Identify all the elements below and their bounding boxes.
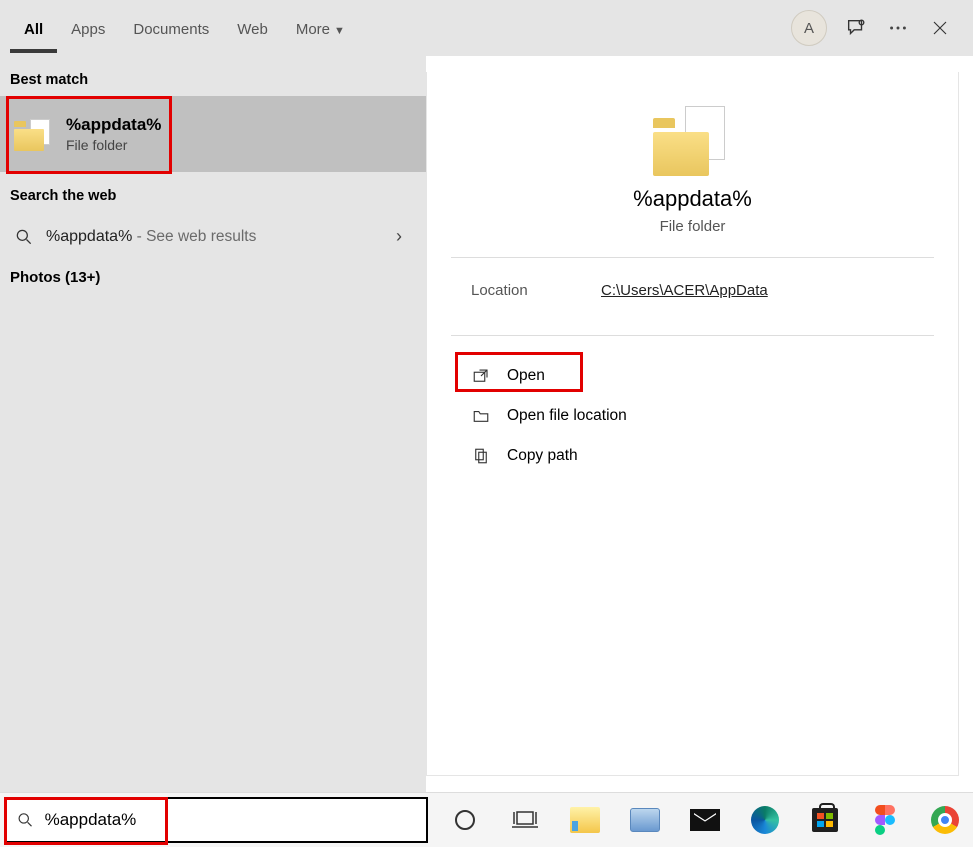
copy-path-action[interactable]: Copy path [451,436,934,476]
search-icon [16,810,35,830]
web-result-text: %appdata% - See web results [46,228,256,246]
tab-more[interactable]: More▼ [282,4,359,53]
copy-icon [471,446,491,466]
best-match-item[interactable]: %appdata% File folder [0,96,426,172]
task-view-icon[interactable] [510,805,540,835]
open-label: Open [507,367,545,385]
best-match-title: %appdata% [66,115,161,135]
mail-icon[interactable] [690,805,720,835]
cortana-icon[interactable] [450,805,480,835]
file-explorer-icon[interactable] [570,805,600,835]
onscreen-keyboard-icon[interactable] [630,805,660,835]
close-icon[interactable] [927,15,953,41]
open-action[interactable]: Open [451,356,934,396]
folder-open-icon [471,406,491,426]
tab-apps[interactable]: Apps [57,4,119,53]
feedback-icon[interactable] [843,15,869,41]
photos-section-label[interactable]: Photos (13+) [0,261,426,294]
chrome-icon[interactable] [930,805,960,835]
best-match-label: Best match [0,56,426,96]
edge-icon[interactable] [750,805,780,835]
preview-subtitle: File folder [451,218,934,235]
search-web-label: Search the web [0,172,426,212]
header-actions: A [791,10,963,46]
best-match-subtitle: File folder [66,137,161,153]
chevron-right-icon: › [396,226,416,247]
header-bar: All Apps Documents Web More▼ A [0,0,973,56]
divider [451,335,934,336]
folder-icon [14,117,52,151]
location-link[interactable]: C:\Users\ACER\AppData [601,282,768,299]
filter-tabs: All Apps Documents Web More▼ [10,4,359,53]
results-panel: Best match %appdata% File folder Search … [0,56,426,792]
folder-icon [653,106,733,176]
open-location-label: Open file location [507,407,627,425]
figma-icon[interactable] [870,805,900,835]
location-label: Location [471,282,601,299]
taskbar [0,792,973,847]
location-row: Location C:\Users\ACER\AppData [451,278,934,325]
copy-path-label: Copy path [507,447,578,465]
preview-panel: %appdata% File folder Location C:\Users\… [426,72,959,776]
search-icon [14,227,34,247]
web-result-item[interactable]: %appdata% - See web results › [0,212,426,261]
search-input[interactable] [45,810,426,830]
open-icon [471,366,491,386]
chevron-down-icon: ▼ [334,25,345,37]
user-avatar[interactable]: A [791,10,827,46]
tab-all[interactable]: All [10,4,57,53]
microsoft-store-icon[interactable] [810,805,840,835]
search-body: Best match %appdata% File folder Search … [0,56,973,792]
tab-web[interactable]: Web [223,4,282,53]
preview-title: %appdata% [451,186,934,212]
more-icon[interactable] [885,15,911,41]
open-file-location-action[interactable]: Open file location [451,396,934,436]
taskbar-icons [428,805,960,835]
tab-documents[interactable]: Documents [119,4,223,53]
divider [451,257,934,258]
taskbar-search[interactable] [4,797,428,843]
